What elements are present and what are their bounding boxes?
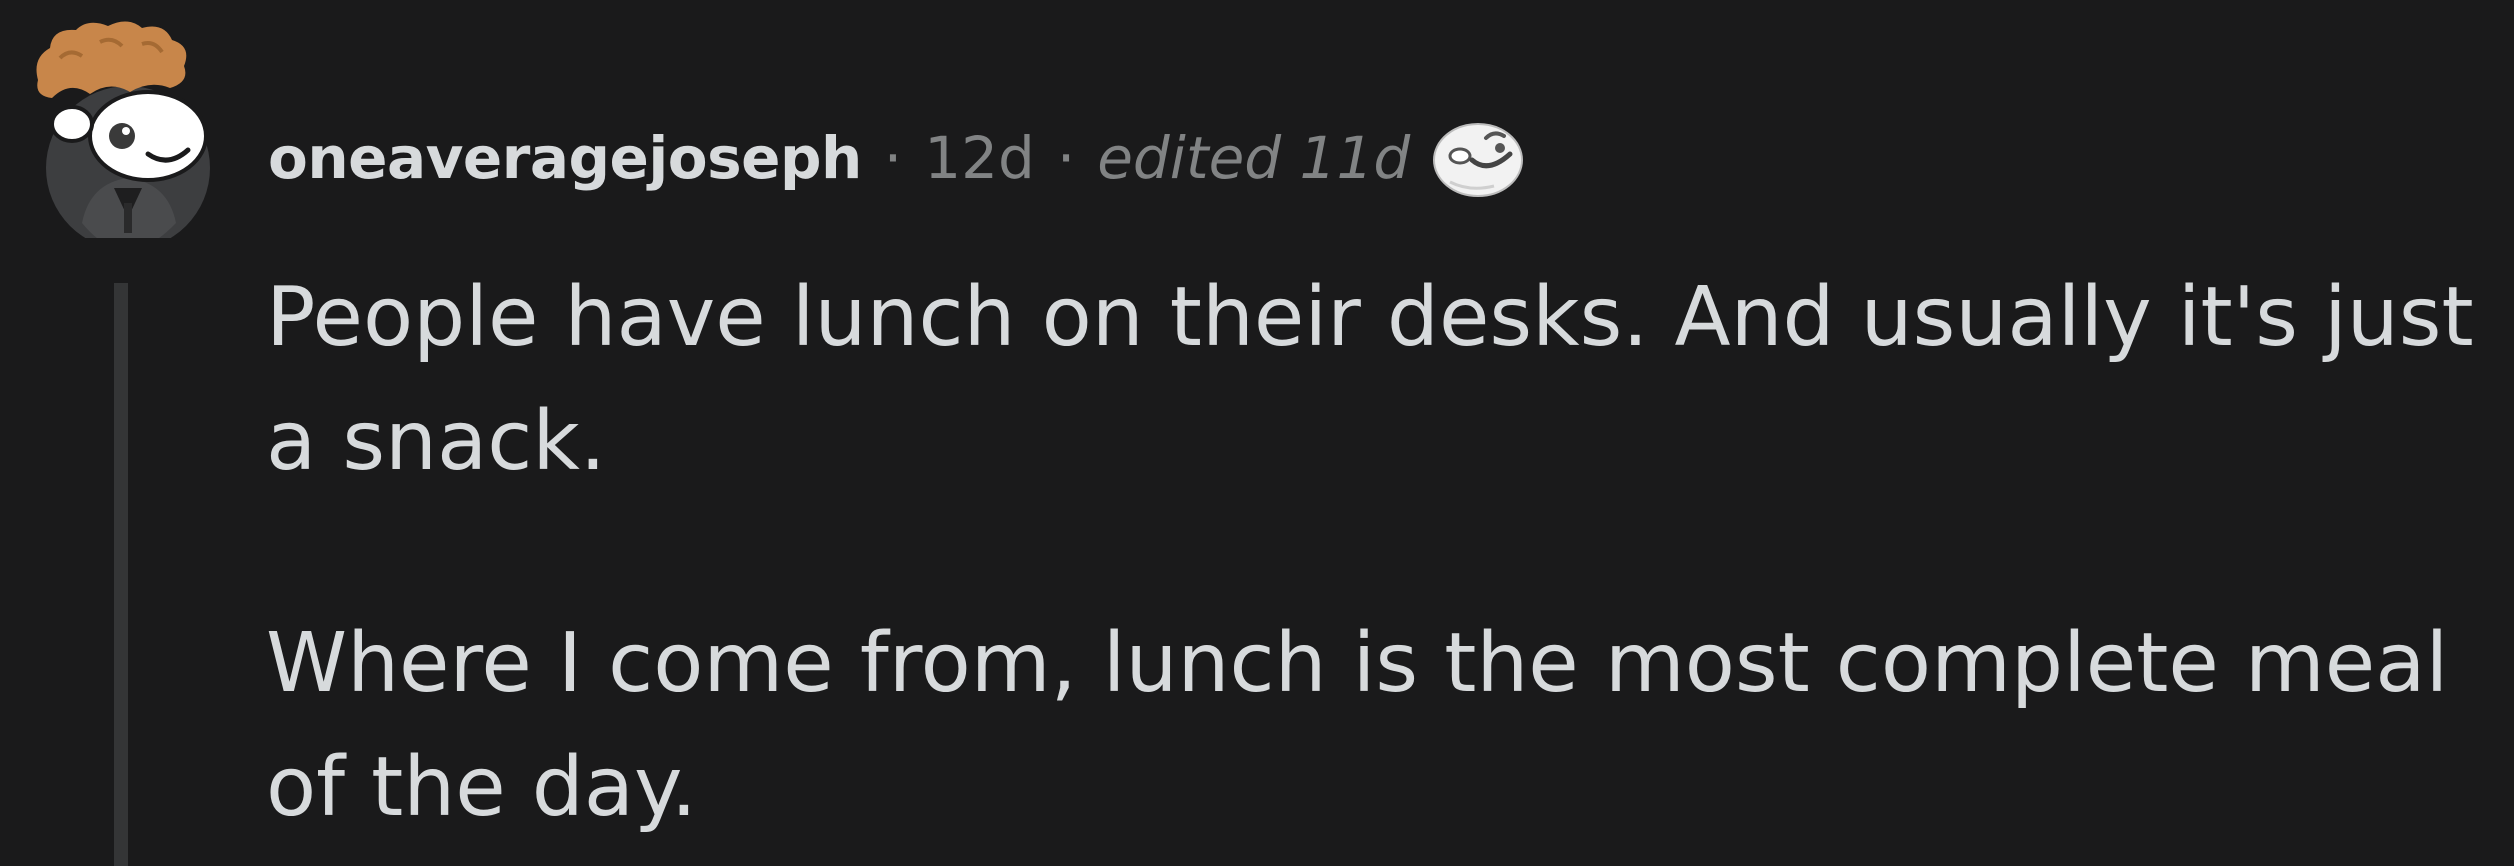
comment-paragraph: People have lunch on their desks. And us…: [266, 270, 2474, 489]
snoo-avatar-icon: [36, 21, 210, 250]
edited-label: edited 11d: [1097, 124, 1411, 192]
comment-age[interactable]: 12d: [924, 124, 1035, 192]
separator-dot: ·: [883, 124, 903, 192]
comment-paragraph: Where I come from, lunch is the most com…: [266, 616, 2449, 835]
user-avatar[interactable]: [30, 18, 220, 250]
comment-meta: oneaveragejoseph · 12d · edited 11d: [268, 118, 1528, 198]
username-link[interactable]: oneaveragejoseph: [268, 124, 862, 192]
thread-line[interactable]: [114, 283, 128, 866]
comment: oneaveragejoseph · 12d · edited 11d Peop…: [0, 0, 2514, 866]
comment-body: People have lunch on their desks. And us…: [266, 256, 2496, 850]
separator-dot: ·: [1056, 124, 1076, 192]
award-icon[interactable]: [1430, 116, 1528, 200]
